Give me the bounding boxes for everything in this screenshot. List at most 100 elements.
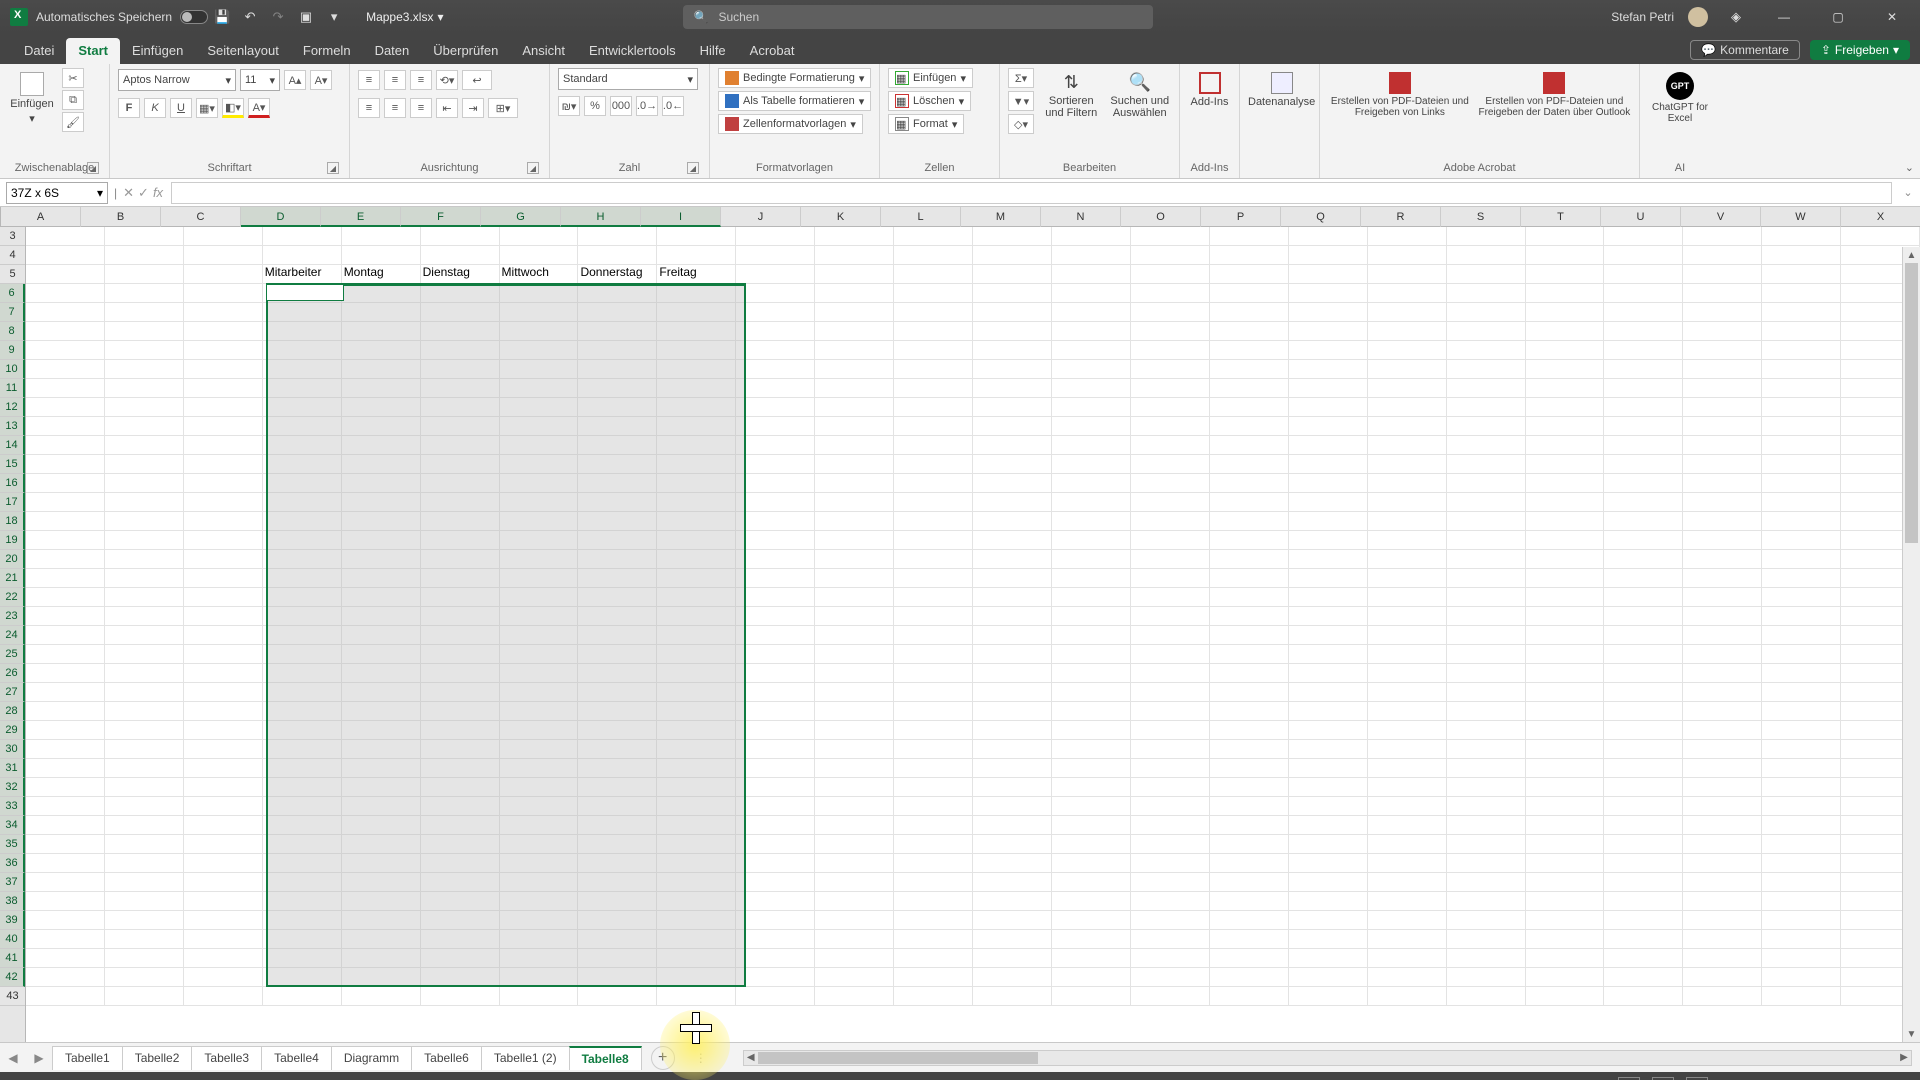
cell-F27[interactable] xyxy=(421,683,500,701)
row-header-11[interactable]: 11 xyxy=(0,379,25,398)
cell-R4[interactable] xyxy=(1368,246,1447,264)
cell-O11[interactable] xyxy=(1131,379,1210,397)
cell-U16[interactable] xyxy=(1604,474,1683,492)
cell-J23[interactable] xyxy=(736,607,815,625)
row-header-40[interactable]: 40 xyxy=(0,930,25,949)
cell-W20[interactable] xyxy=(1762,550,1841,568)
sheet-tab-tabelle1[interactable]: Tabelle1 xyxy=(52,1046,123,1070)
cell-N28[interactable] xyxy=(1052,702,1131,720)
cell-E35[interactable] xyxy=(342,835,421,853)
cell-R21[interactable] xyxy=(1368,569,1447,587)
cell-B22[interactable] xyxy=(105,588,184,606)
dialog-launcher-icon[interactable]: ◢ xyxy=(527,162,539,174)
cell-P4[interactable] xyxy=(1210,246,1289,264)
save-icon[interactable]: 💾 xyxy=(213,8,231,26)
cell-U41[interactable] xyxy=(1604,949,1683,967)
cell-D32[interactable] xyxy=(263,778,342,796)
cell-D5[interactable]: Mitarbeiter xyxy=(263,265,342,283)
cell-U24[interactable] xyxy=(1604,626,1683,644)
cell-P32[interactable] xyxy=(1210,778,1289,796)
cell-N16[interactable] xyxy=(1052,474,1131,492)
redo-icon[interactable]: ↷ xyxy=(269,8,287,26)
cell-A32[interactable] xyxy=(26,778,105,796)
cell-T21[interactable] xyxy=(1526,569,1605,587)
cell-V25[interactable] xyxy=(1683,645,1762,663)
cell-K16[interactable] xyxy=(815,474,894,492)
cell-E33[interactable] xyxy=(342,797,421,815)
cell-G4[interactable] xyxy=(500,246,579,264)
cell-R6[interactable] xyxy=(1368,284,1447,302)
cell-K20[interactable] xyxy=(815,550,894,568)
cell-U22[interactable] xyxy=(1604,588,1683,606)
cell-F41[interactable] xyxy=(421,949,500,967)
row-header-31[interactable]: 31 xyxy=(0,759,25,778)
cell-N43[interactable] xyxy=(1052,987,1131,1005)
cell-P30[interactable] xyxy=(1210,740,1289,758)
cell-A38[interactable] xyxy=(26,892,105,910)
cell-A27[interactable] xyxy=(26,683,105,701)
cell-P38[interactable] xyxy=(1210,892,1289,910)
cell-E5[interactable]: Montag xyxy=(342,265,421,283)
cell-R17[interactable] xyxy=(1368,493,1447,511)
cell-A25[interactable] xyxy=(26,645,105,663)
cell-F15[interactable] xyxy=(421,455,500,473)
cell-K18[interactable] xyxy=(815,512,894,530)
cell-L9[interactable] xyxy=(894,341,973,359)
cell-B17[interactable] xyxy=(105,493,184,511)
cell-R20[interactable] xyxy=(1368,550,1447,568)
cell-G7[interactable] xyxy=(500,303,579,321)
cell-W28[interactable] xyxy=(1762,702,1841,720)
cell-N34[interactable] xyxy=(1052,816,1131,834)
cell-A42[interactable] xyxy=(26,968,105,986)
cell-D18[interactable] xyxy=(263,512,342,530)
cell-B24[interactable] xyxy=(105,626,184,644)
cell-N5[interactable] xyxy=(1052,265,1131,283)
cell-R37[interactable] xyxy=(1368,873,1447,891)
cell-Q18[interactable] xyxy=(1289,512,1368,530)
cell-P16[interactable] xyxy=(1210,474,1289,492)
diamond-icon[interactable]: ◈ xyxy=(1727,8,1745,26)
cell-G41[interactable] xyxy=(500,949,579,967)
cell-H16[interactable] xyxy=(578,474,657,492)
pdf-outlook-button[interactable]: Erstellen von PDF-Dateien und Freigeben … xyxy=(1478,68,1631,118)
cell-G12[interactable] xyxy=(500,398,579,416)
cell-G16[interactable] xyxy=(500,474,579,492)
cell-U38[interactable] xyxy=(1604,892,1683,910)
cell-J6[interactable] xyxy=(736,284,815,302)
cell-M16[interactable] xyxy=(973,474,1052,492)
cell-K41[interactable] xyxy=(815,949,894,967)
col-header-E[interactable]: E xyxy=(321,207,401,227)
row-headers[interactable]: 3456789101112131415161718192021222324252… xyxy=(0,227,26,1042)
cell-C27[interactable] xyxy=(184,683,263,701)
cell-L29[interactable] xyxy=(894,721,973,739)
cell-B3[interactable] xyxy=(105,227,184,245)
cell-U5[interactable] xyxy=(1604,265,1683,283)
font-size-combo[interactable]: 11▾ xyxy=(240,69,280,91)
cell-H32[interactable] xyxy=(578,778,657,796)
cell-O9[interactable] xyxy=(1131,341,1210,359)
cell-I23[interactable] xyxy=(657,607,736,625)
cell-P31[interactable] xyxy=(1210,759,1289,777)
cell-M27[interactable] xyxy=(973,683,1052,701)
cell-Q26[interactable] xyxy=(1289,664,1368,682)
cell-V3[interactable] xyxy=(1683,227,1762,245)
sheet-tab-tabelle4[interactable]: Tabelle4 xyxy=(261,1046,332,1070)
cell-B35[interactable] xyxy=(105,835,184,853)
cell-L5[interactable] xyxy=(894,265,973,283)
cell-P5[interactable] xyxy=(1210,265,1289,283)
cell-C39[interactable] xyxy=(184,911,263,929)
cell-D24[interactable] xyxy=(263,626,342,644)
cell-C21[interactable] xyxy=(184,569,263,587)
cell-W14[interactable] xyxy=(1762,436,1841,454)
cell-M41[interactable] xyxy=(973,949,1052,967)
cell-M11[interactable] xyxy=(973,379,1052,397)
cell-H26[interactable] xyxy=(578,664,657,682)
cell-L8[interactable] xyxy=(894,322,973,340)
cell-E27[interactable] xyxy=(342,683,421,701)
col-header-D[interactable]: D xyxy=(241,207,321,227)
cell-G15[interactable] xyxy=(500,455,579,473)
cell-A15[interactable] xyxy=(26,455,105,473)
cell-W38[interactable] xyxy=(1762,892,1841,910)
cell-L43[interactable] xyxy=(894,987,973,1005)
cell-N20[interactable] xyxy=(1052,550,1131,568)
